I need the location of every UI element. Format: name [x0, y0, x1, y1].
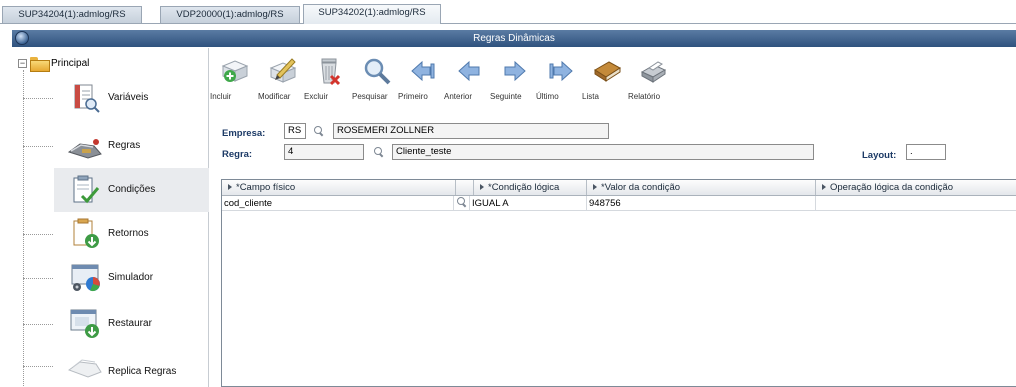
sidebar-item-label: Condições — [108, 184, 156, 195]
sidebar-item-label: Simulador — [108, 272, 154, 283]
column-header-lookup — [456, 180, 474, 195]
grid-header: *Campo físico *Condição lógica *Valor da… — [222, 180, 1016, 196]
report-button[interactable]: Relatório — [628, 54, 676, 102]
sidebar-item-replica-regras[interactable]: Replica Regras — [23, 344, 209, 387]
conditions-icon — [73, 175, 100, 204]
next-button[interactable]: Seguinte — [490, 54, 538, 102]
search-button[interactable]: Pesquisar — [352, 54, 400, 102]
toolbar: Incluir Modificar Excluir Pesquisar Prim… — [210, 54, 694, 102]
variables-icon — [74, 84, 100, 113]
sidebar-item-condicoes[interactable]: Condições — [54, 168, 209, 212]
modify-icon — [269, 58, 297, 83]
column-header-operacao-logica[interactable]: Operação lógica da condição — [816, 180, 1016, 195]
empresa-label: Empresa: — [222, 128, 266, 139]
last-icon — [549, 60, 573, 82]
sidebar-tree: − Principal Variáveis Regras Condições R… — [12, 48, 209, 387]
returns-icon — [73, 218, 99, 248]
tab-sup34202[interactable]: SUP34202(1):admlog/RS — [303, 4, 441, 24]
sidebar-item-regras[interactable]: Regras — [23, 124, 209, 168]
cell-valor-condicao[interactable]: 948756 — [587, 196, 816, 211]
column-header-valor-condicao[interactable]: *Valor da condição — [587, 180, 816, 195]
first-icon — [411, 60, 435, 82]
collapse-icon[interactable]: − — [18, 58, 27, 68]
layout-label: Layout: — [862, 150, 897, 161]
previous-icon — [458, 60, 480, 82]
empresa-lookup-icon[interactable] — [314, 126, 324, 136]
sidebar-item-label: Variáveis — [108, 92, 149, 103]
simulator-icon — [71, 264, 100, 292]
sidebar-item-label: Retornos — [108, 228, 149, 239]
sidebar-item-simulador[interactable]: Simulador — [23, 256, 209, 300]
tab-sup34204[interactable]: SUP34204(1):admlog/RS — [2, 6, 142, 23]
regra-code-field[interactable]: 4 — [284, 144, 364, 160]
window-titlebar: Regras Dinâmicas — [12, 30, 1016, 47]
list-button[interactable]: Lista — [582, 54, 630, 102]
delete-button[interactable]: Excluir — [304, 54, 352, 102]
layout-field[interactable]: . — [906, 144, 946, 160]
sidebar-item-label: Restaurar — [108, 318, 152, 329]
sidebar-item-variaveis[interactable]: Variáveis — [23, 76, 209, 120]
sidebar-item-restaurar[interactable]: Restaurar — [23, 302, 209, 346]
folder-open-icon — [30, 56, 50, 72]
window-title: Regras Dinâmicas — [473, 33, 555, 44]
empresa-name-field: ROSEMERI ZOLLNER — [333, 123, 609, 139]
list-icon — [594, 61, 621, 82]
modify-button[interactable]: Modificar — [258, 54, 306, 102]
table-row[interactable]: cod_cliente IGUAL A 948756 — [222, 196, 1016, 211]
include-button[interactable]: Incluir — [210, 54, 258, 102]
column-header-condicao-logica[interactable]: *Condição lógica — [474, 180, 587, 195]
tab-bar: SUP34204(1):admlog/RS VDP20000(1):admlog… — [0, 0, 1016, 24]
previous-button[interactable]: Anterior — [444, 54, 492, 102]
last-button[interactable]: Último — [536, 54, 584, 102]
cell-lookup[interactable] — [454, 196, 470, 211]
cell-campo-fisico[interactable]: cod_cliente — [222, 196, 454, 211]
search-icon — [364, 58, 391, 85]
rules-icon — [68, 139, 102, 159]
cell-condicao-logica[interactable]: IGUAL A — [470, 196, 587, 211]
regra-lookup-icon[interactable] — [374, 147, 384, 157]
sidebar-item-label: Regras — [108, 140, 141, 151]
next-icon — [504, 60, 526, 82]
replicate-icon — [68, 359, 102, 378]
restore-icon — [70, 309, 99, 338]
sidebar-item-label: Replica Regras — [108, 366, 177, 377]
sidebar-item-retornos[interactable]: Retornos — [23, 212, 209, 256]
cell-operacao-logica[interactable] — [816, 196, 1016, 211]
tree-root-principal[interactable]: − Principal — [18, 56, 90, 72]
delete-icon — [321, 58, 341, 86]
tree-root-label: Principal — [51, 57, 90, 69]
tab-vdp20000[interactable]: VDP20000(1):admlog/RS — [160, 6, 300, 23]
row-lookup-icon[interactable] — [457, 197, 467, 207]
regra-label: Regra: — [222, 149, 253, 160]
include-icon — [221, 60, 249, 82]
regra-name-field: Cliente_teste — [392, 144, 814, 160]
first-button[interactable]: Primeiro — [398, 54, 446, 102]
empresa-code-field[interactable]: RS — [284, 123, 306, 139]
column-header-campo-fisico[interactable]: *Campo físico — [222, 180, 456, 195]
report-icon — [640, 61, 667, 83]
conditions-grid: *Campo físico *Condição lógica *Valor da… — [221, 179, 1016, 387]
